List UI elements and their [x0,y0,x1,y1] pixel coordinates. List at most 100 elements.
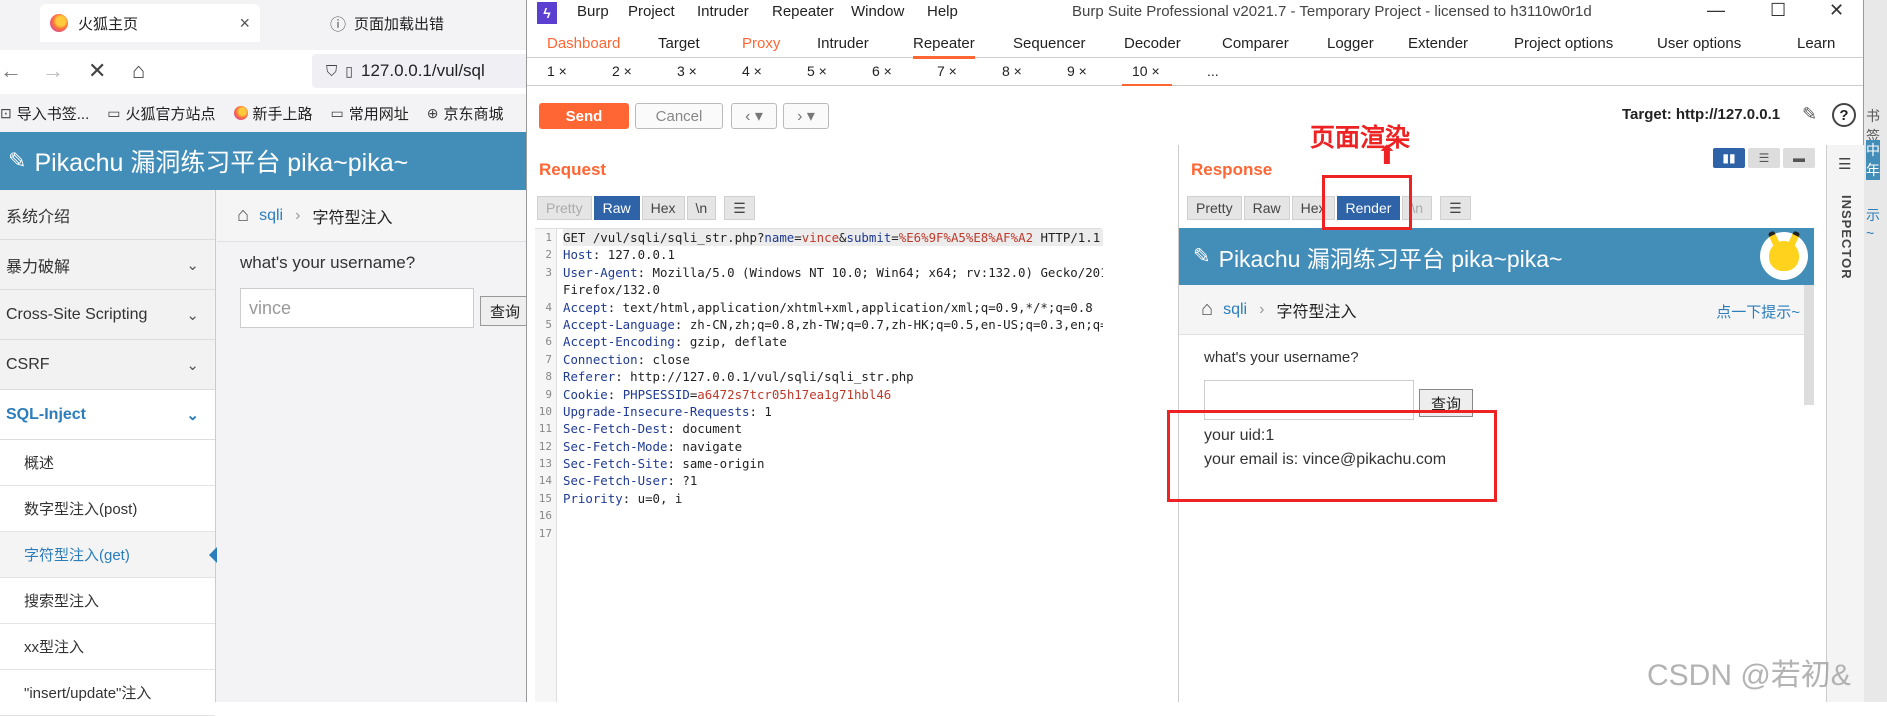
req-hex-button[interactable]: Hex [641,196,685,220]
maximize-icon[interactable]: ☐ [1770,0,1786,21]
sidebar-sub-xx[interactable]: xx型注入 [0,624,215,670]
resp-raw-button[interactable]: Raw [1243,196,1290,220]
line-number: 5 [545,317,552,331]
sidebar-item-intro[interactable]: 系统介绍 [0,190,215,240]
tab-dashboard[interactable]: Dashboard [547,35,620,52]
request-line: Referer: http://127.0.0.1/vul/sqli/sqli_… [563,369,914,385]
rendered-breadcrumb-link[interactable]: sqli [1223,301,1247,319]
home-icon[interactable]: ⌂ [1201,298,1213,321]
sidebar-item-sqli[interactable]: SQL-Inject ⌄ [0,390,215,440]
repeater-tab-10[interactable]: 10 × [1122,63,1172,86]
layout-tabs-icon[interactable]: ▬ [1783,148,1815,168]
menu-window[interactable]: Window [851,3,904,20]
tab-comparer[interactable]: Comparer [1222,35,1289,52]
inspector-panel[interactable]: ☰ INSPECTOR [1826,145,1864,702]
chevron-down-icon: ⌄ [186,306,199,324]
query-button[interactable]: 查询 [480,296,530,326]
tab-sequencer[interactable]: Sequencer [1013,35,1086,52]
repeater-tab-1[interactable]: 1 × [547,63,567,79]
history-back-button[interactable]: ‹ ▾ [731,103,777,129]
close-icon[interactable]: × [239,13,250,34]
minimize-icon[interactable]: — [1707,0,1725,21]
tab-repeater[interactable]: Repeater [913,35,975,59]
sidebar-sub-overview[interactable]: 概述 [0,440,215,486]
repeater-tab-3[interactable]: 3 × [677,63,697,79]
browser-tab-home[interactable]: 火狐主页 × [40,4,260,42]
repeater-tab-7[interactable]: 7 × [937,63,957,79]
repeater-tab-2[interactable]: 2 × [612,63,632,79]
breadcrumb-link[interactable]: sqli [259,207,283,225]
bookmark-common[interactable]: ▭ 常用网址 [331,103,409,124]
import-icon: ⊡ [0,104,12,121]
tab-learn[interactable]: Learn [1797,35,1835,52]
sidebar-item-csrf[interactable]: CSRF ⌄ [0,340,215,390]
line-number: 17 [538,526,552,540]
url-text: 127.0.0.1/vul/sql [360,61,485,80]
tab-decoder[interactable]: Decoder [1124,35,1181,52]
bookmark-firefox[interactable]: ▭ 火狐官方站点 [107,103,215,124]
help-icon[interactable]: ? [1832,103,1856,127]
req-newline-button[interactable]: \n [686,196,717,220]
tab-target[interactable]: Target [658,35,700,52]
browser-tab-error[interactable]: ⓘ 页面加载出错 [320,4,530,42]
repeater-tab-5[interactable]: 5 × [807,63,827,79]
tab-user-options[interactable]: User options [1657,35,1741,52]
bookmark-jd[interactable]: ⊕ 京东商城 [427,103,504,124]
back-icon[interactable]: ← [0,58,22,84]
menu-intruder[interactable]: Intruder [697,3,749,20]
sidebar-sub-search[interactable]: 搜索型注入 [0,578,215,624]
sidebar-sub-insert[interactable]: "insert/update"注入 [0,670,215,716]
request-editor[interactable]: 1 2 3 4 5 6 7 8 9 10 11 12 13 14 15 16 17 GET /vul/sqli/… [535,228,1103,702]
tab-logger[interactable]: Logger [1327,35,1374,52]
menu-repeater[interactable]: Repeater [772,3,834,20]
repeater-tabs: 1 × 2 × 3 × 4 × 5 × 6 × 7 × 8 × 9 × 10 ×… [527,58,1863,86]
send-button[interactable]: Send [539,103,629,129]
burp-window: ϟ Burp Project Intruder Repeater Window … [526,0,1864,702]
sidebar-sub-numeric[interactable]: 数字型注入(post) [0,486,215,532]
home-icon[interactable]: ⌂ [132,58,145,84]
tab-project-options[interactable]: Project options [1514,35,1613,52]
line-number: 7 [545,352,552,366]
request-line: Host: 127.0.0.1 [563,247,675,263]
sidebar-item-xss[interactable]: Cross-Site Scripting ⌄ [0,290,215,340]
repeater-tab-4[interactable]: 4 × [742,63,762,79]
line-number: 3 [545,265,552,279]
repeater-tab-9[interactable]: 9 × [1067,63,1087,79]
sidebar-sub-string[interactable]: 字符型注入(get) [0,532,217,578]
request-view-buttons: Pretty Raw Hex \n ☰ [537,196,757,220]
home-icon[interactable]: ⌂ [237,204,249,227]
scrollbar[interactable] [1804,285,1814,405]
sidebar-item-bruteforce[interactable]: 暴力破解 ⌄ [0,240,215,290]
forward-icon[interactable]: → [42,58,64,84]
menu-burp[interactable]: Burp [577,3,609,20]
req-raw-button[interactable]: Raw [593,196,640,220]
resp-pretty-button[interactable]: Pretty [1187,196,1242,220]
layout-split-icon[interactable]: ▮▮ [1713,148,1745,168]
edit-pencil-icon[interactable]: ✎ [1802,104,1817,125]
menu-icon[interactable]: ☰ [1838,155,1851,173]
req-menu-icon[interactable]: ☰ [724,196,755,220]
req-pretty-button[interactable]: Pretty [537,196,592,220]
repeater-tab-6[interactable]: 6 × [872,63,892,79]
resp-menu-icon[interactable]: ☰ [1440,196,1471,220]
layout-horizontal-icon[interactable]: ☰ [1748,148,1780,168]
close-icon[interactable]: ✕ [1829,0,1844,21]
hint-link[interactable]: 点一下提示~ [1716,301,1800,322]
tab-intruder[interactable]: Intruder [817,35,869,52]
wrench-icon: ✎ [8,148,27,173]
stop-icon[interactable]: ✕ [88,58,106,84]
chevron-left-icon: ‹ ▾ [745,108,763,125]
cancel-button[interactable]: Cancel [635,103,723,129]
bookmark-newbie[interactable]: 新手上路 [233,103,313,124]
username-input[interactable]: vince [240,288,474,328]
history-forward-button[interactable]: › ▾ [783,103,829,129]
burp-logo-icon: ϟ [537,2,557,24]
repeater-tab-more[interactable]: ... [1207,63,1219,79]
bookmark-import[interactable]: ⊡ 导入书签... [0,103,89,124]
repeater-tab-8[interactable]: 8 × [1002,63,1022,79]
tab-extender[interactable]: Extender [1408,35,1468,52]
tab-proxy[interactable]: Proxy [742,35,780,52]
menu-help[interactable]: Help [927,3,958,20]
request-line: Accept-Encoding: gzip, deflate [563,334,787,350]
menu-project[interactable]: Project [628,3,675,20]
